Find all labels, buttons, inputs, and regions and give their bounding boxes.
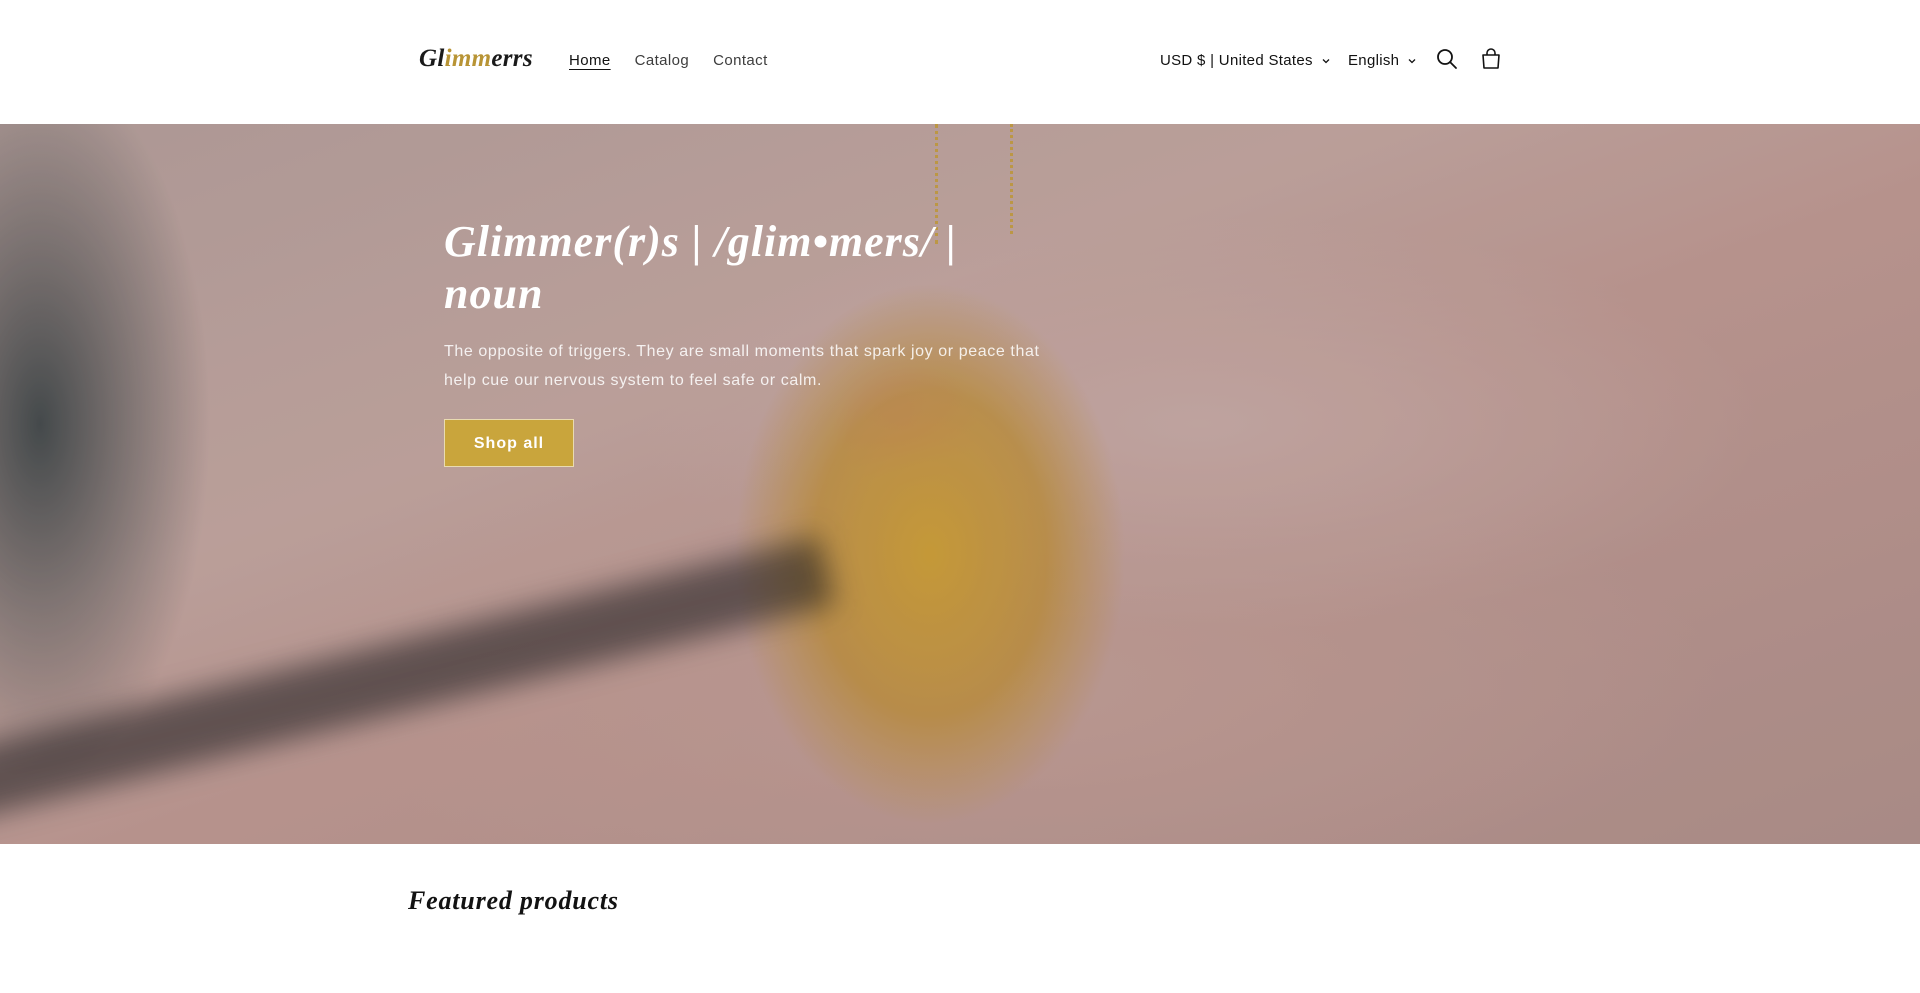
search-icon [1437, 49, 1457, 69]
cart-icon [1482, 48, 1500, 69]
language-selector[interactable]: English [1348, 52, 1417, 69]
hero-content: Glimmer(r)s | /glim•mers/ | noun The opp… [444, 216, 1064, 467]
currency-selector[interactable]: USD $ | United States [1160, 52, 1331, 69]
featured-products-heading: Featured products [408, 886, 619, 915]
site-logo[interactable]: Glimmerrs [419, 45, 533, 73]
site-header: Glimmerrs Home Catalog Contact USD $ | U… [0, 0, 1920, 124]
hero-description: The opposite of triggers. They are small… [444, 343, 1040, 389]
shop-all-button[interactable]: Shop all [444, 419, 574, 467]
search-button[interactable] [1434, 46, 1460, 72]
currency-selector-label: USD $ | United States [1160, 52, 1313, 69]
cart-button[interactable] [1478, 46, 1504, 72]
chevron-down-icon [1322, 58, 1330, 63]
hero-banner: Glimmer(r)s | /glim•mers/ | noun The opp… [0, 124, 1920, 844]
chevron-down-icon [1408, 58, 1416, 63]
nav-link-contact[interactable]: Contact [713, 52, 768, 69]
main-nav: Home Catalog Contact [569, 52, 768, 69]
hero-title: Glimmer(r)s | /glim•mers/ | noun [444, 217, 957, 318]
language-selector-label: English [1348, 52, 1400, 69]
nav-link-catalog[interactable]: Catalog [635, 52, 690, 69]
nav-link-home[interactable]: Home [569, 52, 611, 69]
